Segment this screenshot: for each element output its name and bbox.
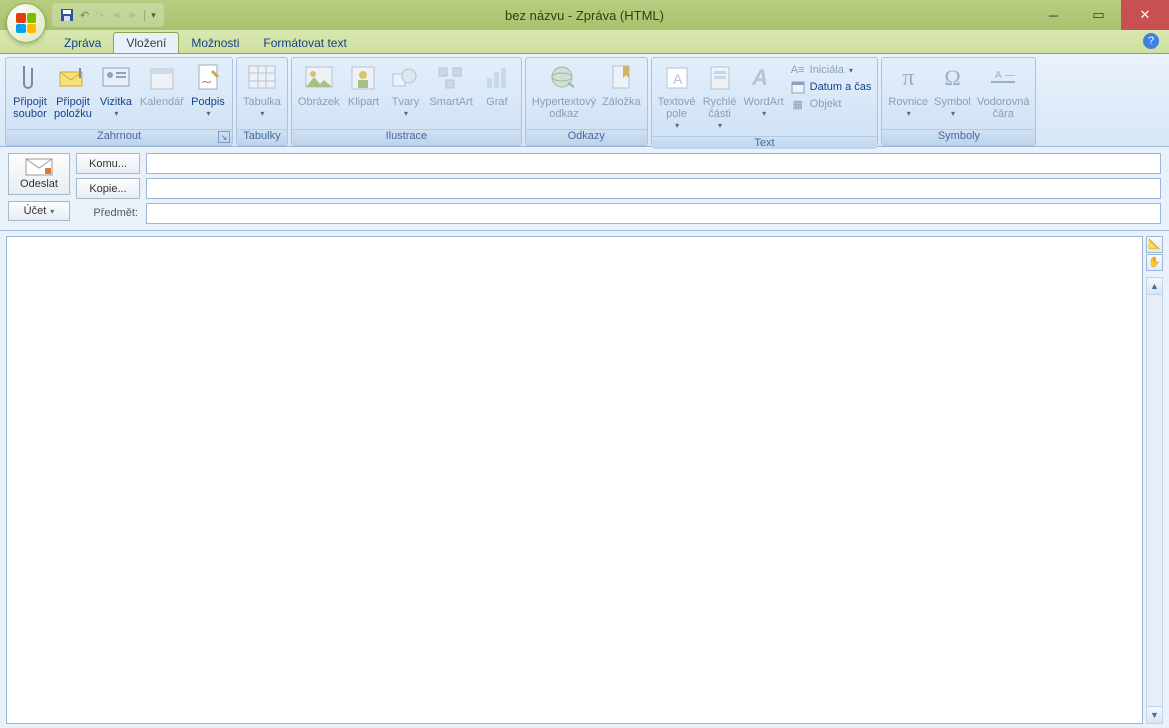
tab-message[interactable]: Zpráva: [52, 33, 113, 53]
office-button[interactable]: [6, 3, 46, 43]
svg-text:—: —: [1005, 70, 1015, 81]
message-header: Odeslat Účet▾ Komu... Kopie... Předmět:: [0, 147, 1169, 231]
svg-text:A: A: [751, 65, 768, 90]
calendar-button[interactable]: Kalendář: [137, 60, 187, 110]
textbox-icon: A: [661, 62, 693, 94]
close-button[interactable]: ✕: [1121, 0, 1169, 30]
quickparts-button[interactable]: Rychlé části▾: [699, 60, 741, 134]
hand-tool-icon[interactable]: ✋: [1146, 254, 1163, 271]
scroll-down-icon[interactable]: ▼: [1147, 706, 1162, 723]
ribbon: Připojit soubor Připojit položku Vizitka…: [0, 54, 1169, 147]
tab-options[interactable]: Možnosti: [179, 33, 251, 53]
svg-text:A: A: [673, 71, 683, 87]
signature-icon: [192, 62, 224, 94]
envelope-paperclip-icon: [57, 62, 89, 94]
window-title: bez názvu - Zpráva (HTML): [505, 8, 664, 23]
signature-button[interactable]: Podpis▾: [187, 60, 229, 122]
object-icon: ▦: [790, 96, 806, 112]
tab-format[interactable]: Formátovat text: [251, 33, 358, 53]
subject-input[interactable]: [146, 203, 1161, 224]
table-button[interactable]: Tabulka▾: [240, 60, 284, 122]
group-include-label: Zahrnout: [97, 130, 141, 142]
svg-text:A: A: [995, 70, 1002, 81]
title-bar: ↶ ↷ ◄ ► ▾ bez názvu - Zpráva (HTML) ─ ▭ …: [0, 0, 1169, 30]
cc-button[interactable]: Kopie...: [76, 178, 140, 199]
minimize-button[interactable]: ─: [1031, 0, 1076, 30]
quick-access-toolbar: ↶ ↷ ◄ ► ▾: [52, 3, 164, 27]
group-text-label: Text: [652, 136, 878, 149]
body-area: 📐 ✋ ▲ ▼: [0, 231, 1169, 728]
calendar-icon: [146, 62, 178, 94]
dropcap-icon: A≡: [790, 62, 806, 78]
chart-icon: [481, 62, 513, 94]
group-illustrations-label: Ilustrace: [292, 129, 521, 145]
quickparts-icon: [704, 62, 736, 94]
chart-button[interactable]: Graf: [476, 60, 518, 110]
group-links: Hypertextový odkaz Záložka Odkazy: [525, 57, 648, 146]
group-tables-label: Tabulky: [237, 129, 287, 145]
paperclip-icon: [14, 62, 46, 94]
cc-input[interactable]: [146, 178, 1161, 199]
shapes-icon: [389, 62, 421, 94]
wordart-button[interactable]: AWordArt▾: [741, 60, 787, 122]
group-links-label: Odkazy: [526, 129, 647, 145]
subject-label: Předmět:: [76, 203, 140, 223]
bookmark-button[interactable]: Záložka: [599, 60, 644, 110]
to-button[interactable]: Komu...: [76, 153, 140, 174]
business-card-button[interactable]: Vizitka▾: [95, 60, 137, 122]
next-icon[interactable]: ►: [127, 9, 138, 21]
symbol-button[interactable]: ΩSymbol▾: [931, 60, 974, 122]
horizontal-line-button[interactable]: A—Vodorovná čára: [974, 60, 1033, 122]
equation-button[interactable]: πRovnice▾: [885, 60, 931, 122]
clipart-icon: [347, 62, 379, 94]
qat-dropdown-icon[interactable]: ▾: [144, 10, 156, 21]
picture-icon: [303, 62, 335, 94]
save-icon[interactable]: [60, 8, 74, 22]
send-button[interactable]: Odeslat: [8, 153, 70, 195]
group-illustrations: Obrázek Klipart Tvary▾ SmartArt Graf Ilu…: [291, 57, 522, 146]
picture-button[interactable]: Obrázek: [295, 60, 343, 110]
group-symbols-label: Symboly: [882, 129, 1035, 145]
send-envelope-icon: [25, 158, 53, 176]
undo-icon[interactable]: ↶: [80, 9, 89, 22]
attach-item-button[interactable]: Připojit položku: [51, 60, 95, 122]
object-button[interactable]: ▦Objekt: [790, 96, 872, 112]
to-input[interactable]: [146, 153, 1161, 174]
datetime-button[interactable]: Datum a čas: [790, 79, 872, 95]
smartart-button[interactable]: SmartArt: [426, 60, 475, 110]
scroll-up-icon[interactable]: ▲: [1147, 278, 1162, 295]
attach-file-button[interactable]: Připojit soubor: [9, 60, 51, 122]
tab-insert[interactable]: Vložení: [113, 32, 179, 53]
textbox-button[interactable]: ATextové pole▾: [655, 60, 699, 134]
dropcap-button[interactable]: A≡Iniciála▾: [790, 62, 872, 78]
wordart-icon: A: [748, 62, 780, 94]
hyperlink-button[interactable]: Hypertextový odkaz: [529, 60, 599, 122]
group-tables: Tabulka▾ Tabulky: [236, 57, 288, 146]
card-icon: [100, 62, 132, 94]
maximize-button[interactable]: ▭: [1076, 0, 1121, 30]
group-text: ATextové pole▾ Rychlé části▾ AWordArt▾ A…: [651, 57, 879, 146]
shapes-button[interactable]: Tvary▾: [384, 60, 426, 122]
smartart-icon: [435, 62, 467, 94]
datetime-icon: [790, 79, 806, 95]
hr-icon: A—: [987, 62, 1019, 94]
message-body-editor[interactable]: [6, 236, 1143, 724]
previous-icon[interactable]: ◄: [110, 9, 121, 21]
clipart-button[interactable]: Klipart: [342, 60, 384, 110]
include-dialog-launcher[interactable]: ↘: [218, 131, 230, 143]
redo-icon[interactable]: ↷: [95, 9, 104, 22]
omega-icon: Ω: [937, 62, 969, 94]
ribbon-tabs: Zpráva Vložení Možnosti Formátovat text …: [0, 30, 1169, 54]
ruler-toggle-icon[interactable]: 📐: [1146, 236, 1163, 253]
globe-link-icon: [548, 62, 580, 94]
group-include: Připojit soubor Připojit položku Vizitka…: [5, 57, 233, 146]
help-button[interactable]: ?: [1143, 33, 1159, 49]
group-symbols: πRovnice▾ ΩSymbol▾ A—Vodorovná čára Symb…: [881, 57, 1036, 146]
pi-icon: π: [892, 62, 924, 94]
account-button[interactable]: Účet▾: [8, 201, 70, 221]
table-icon: [246, 62, 278, 94]
vertical-scrollbar[interactable]: ▲ ▼: [1146, 277, 1163, 724]
bookmark-icon: [605, 62, 637, 94]
